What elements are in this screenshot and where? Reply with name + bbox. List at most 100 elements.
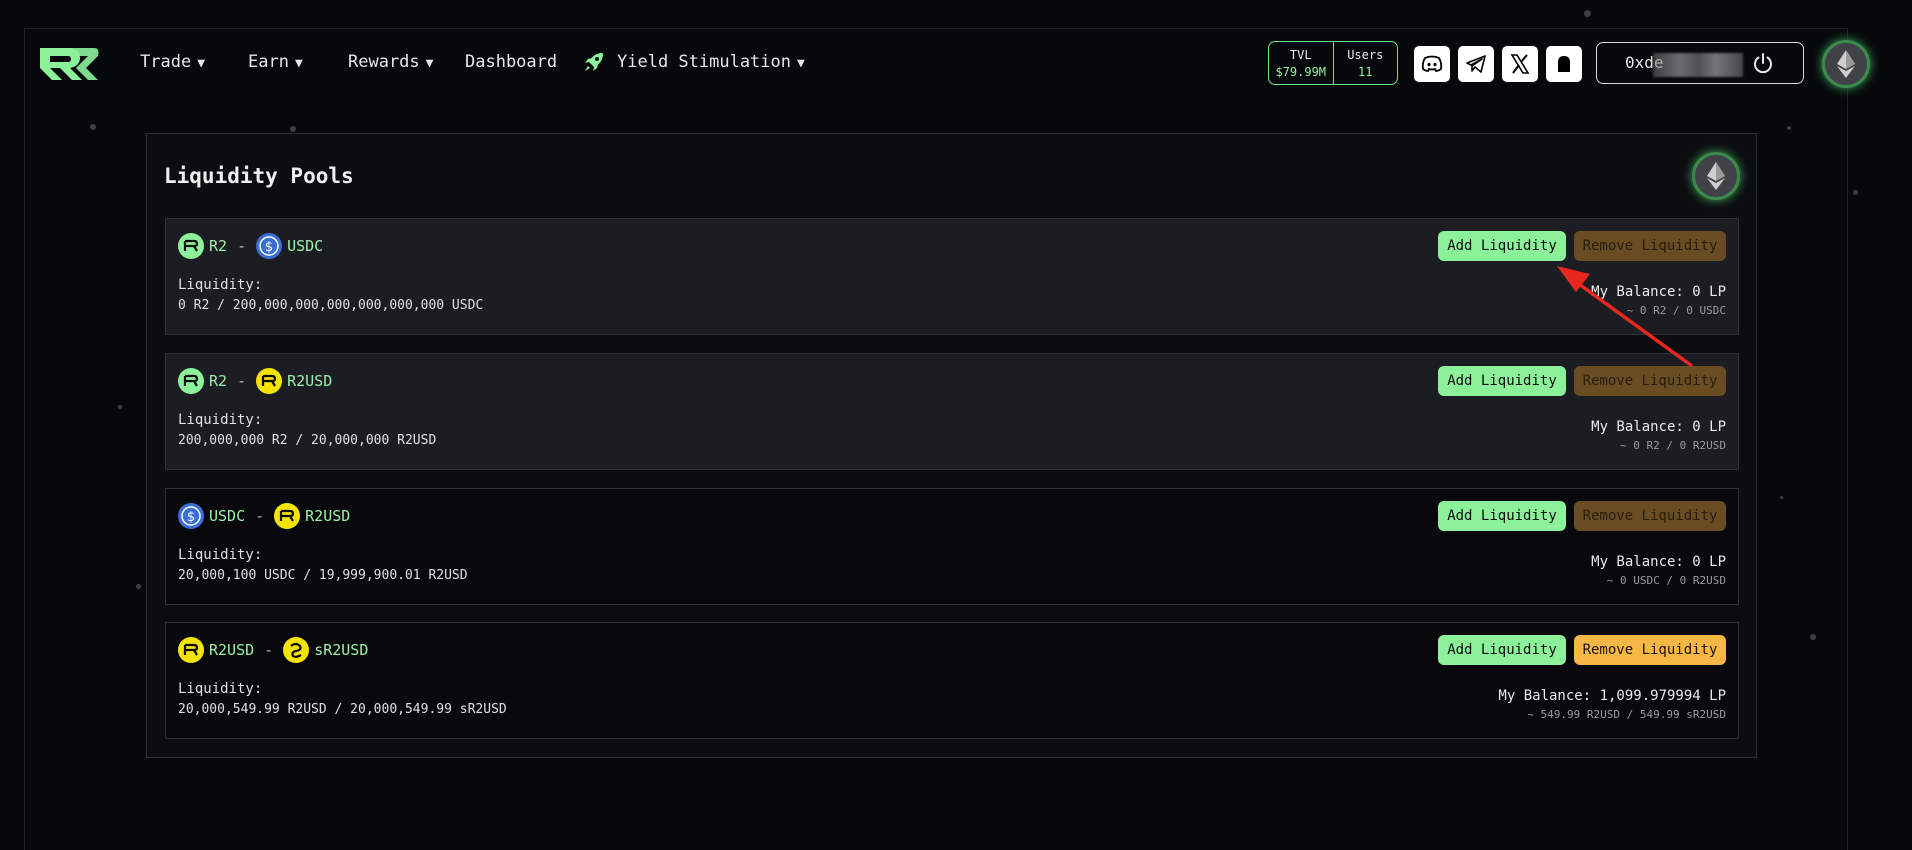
network-selector[interactable] [1822,40,1870,88]
ghost-icon [1558,56,1570,72]
chevron-down-icon: ▼ [797,56,805,71]
nav-trade-label: Trade [140,52,192,72]
wallet-button[interactable]: 0xde [1596,42,1804,84]
r2usd-token-icon [274,503,301,529]
users-value: 11 [1358,65,1373,79]
nav-dashboard-label: Dashboard [465,52,558,72]
liquidity-label: Liquidity: [178,277,263,293]
users-stat: Users 11 [1332,42,1398,84]
token-b-label: R2USD [287,372,333,390]
pool-r2usd-sr2usd: R2USD - sR2USD Liquidity: 20,000,549.99 … [165,622,1739,739]
liquidity-value: 20,000,549.99 R2USD / 20,000,549.99 sR2U… [178,702,507,717]
discord-button[interactable] [1414,46,1450,82]
background-star [1853,190,1858,195]
token-a-label: R2 [209,237,228,255]
page-title: Liquidity Pools [164,164,354,188]
background-star [118,405,122,409]
pool-pair: $ USDC - R2USD [178,503,350,529]
r2-logo-icon[interactable] [36,44,102,84]
pair-separator: - [237,237,247,255]
background-star [1810,634,1816,640]
my-balance: My Balance: 0 LP [1591,554,1726,570]
pool-pair: R2 - $ USDC [178,233,323,259]
pair-separator: - [264,641,274,659]
top-nav: Trade ▼ Earn ▼ Rewards ▼ Dashboard Yield St… [0,0,1912,125]
token-b-label: sR2USD [314,641,369,659]
background-star [1787,126,1791,130]
ethereum-icon [1707,162,1725,190]
r2-token-icon [178,233,204,259]
telegram-button[interactable] [1458,46,1494,82]
add-liquidity-button[interactable]: Add Liquidity [1438,635,1566,665]
discord-icon [1421,55,1443,72]
ethereum-icon [1837,50,1855,78]
tvl-label: TVL [1289,48,1312,62]
my-balance: My Balance: 1,099.979994 LP [1498,688,1726,704]
token-a-label: R2 [209,372,228,390]
tvl-value: $79.99M [1275,65,1327,79]
nav-trade[interactable]: Trade ▼ [140,52,205,72]
my-balance: My Balance: 0 LP [1591,284,1726,300]
r2usd-token-icon [178,637,204,663]
liquidity-value: 200,000,000 R2 / 20,000,000 R2USD [178,433,437,448]
pool-r2-usdc: R2 - $ USDC Liquidity: 0 R2 / 200,000,00… [165,218,1739,335]
address-redaction [1653,53,1743,77]
usdc-token-icon: $ [256,233,283,259]
my-balance-breakdown: ~ 0 USDC / 0 R2USD [1606,574,1726,587]
background-star [1780,496,1783,499]
add-liquidity-button[interactable]: Add Liquidity [1438,231,1566,261]
stats-box: TVL $79.99M Users 11 [1268,41,1398,85]
nav-earn-label: Earn [248,52,289,72]
users-label: Users [1347,48,1384,62]
nav-earn[interactable]: Earn ▼ [248,52,303,72]
pool-pair: R2USD - sR2USD [178,637,368,663]
token-a-label: R2USD [209,641,255,659]
pool-pair: R2 - R2USD [178,368,332,394]
liquidity-label: Liquidity: [178,547,263,563]
nav-rewards-label: Rewards [348,52,420,72]
token-b-label: R2USD [305,507,351,525]
nav-dashboard[interactable]: Dashboard [465,52,557,72]
ghost-button[interactable] [1546,46,1582,82]
liquidity-value: 0 R2 / 200,000,000,000,000,000,000 USDC [178,298,484,313]
remove-liquidity-button[interactable]: Remove Liquidity [1574,366,1726,396]
remove-liquidity-button[interactable]: Remove Liquidity [1574,501,1726,531]
liquidity-label: Liquidity: [178,681,263,697]
x-icon [1510,54,1530,74]
x-button[interactable] [1502,46,1538,82]
nav-yield-stimulation[interactable]: Yield Stimulation ▼ [617,52,805,72]
add-liquidity-button[interactable]: Add Liquidity [1438,501,1566,531]
usdc-token-icon: $ [178,503,204,529]
remove-liquidity-button[interactable]: Remove Liquidity [1574,231,1726,261]
my-balance: My Balance: 0 LP [1591,419,1726,435]
my-balance-breakdown: ~ 0 R2 / 0 USDC [1626,304,1726,317]
token-b-label: USDC [287,237,324,255]
sr2usd-token-icon [283,637,310,663]
my-balance-breakdown: ~ 549.99 R2USD / 549.99 sR2USD [1527,708,1726,721]
tvl-stat: TVL $79.99M [1269,42,1333,84]
rocket-icon [585,53,603,71]
add-liquidity-button[interactable]: Add Liquidity [1438,366,1566,396]
background-star [290,126,296,132]
pool-usdc-r2usd: $ USDC - R2USD Liquidity: 20,000,100 USD… [165,488,1739,605]
chevron-down-icon: ▼ [197,56,206,71]
chevron-down-icon: ▼ [294,56,303,71]
network-badge[interactable] [1692,152,1740,200]
pool-r2-r2usd: R2 - R2USD Liquidity: 200,000,000 R2 / 2… [165,353,1739,470]
r2usd-token-icon [256,368,283,394]
svg-text:$: $ [265,240,273,255]
telegram-icon [1466,55,1486,73]
liquidity-value: 20,000,100 USDC / 19,999,900.01 R2USD [178,568,468,583]
liquidity-label: Liquidity: [178,412,263,428]
nav-rewards[interactable]: Rewards ▼ [348,52,433,72]
r2-token-icon [178,368,204,394]
svg-text:$: $ [187,510,195,525]
my-balance-breakdown: ~ 0 R2 / 0 R2USD [1620,439,1726,452]
pair-separator: - [255,507,265,525]
remove-liquidity-button[interactable]: Remove Liquidity [1574,635,1726,665]
token-a-label: USDC [209,507,246,525]
pair-separator: - [237,372,247,390]
nav-yield-stimulation-label: Yield Stimulation [617,52,791,72]
background-star [136,584,141,589]
power-icon [1754,53,1772,74]
